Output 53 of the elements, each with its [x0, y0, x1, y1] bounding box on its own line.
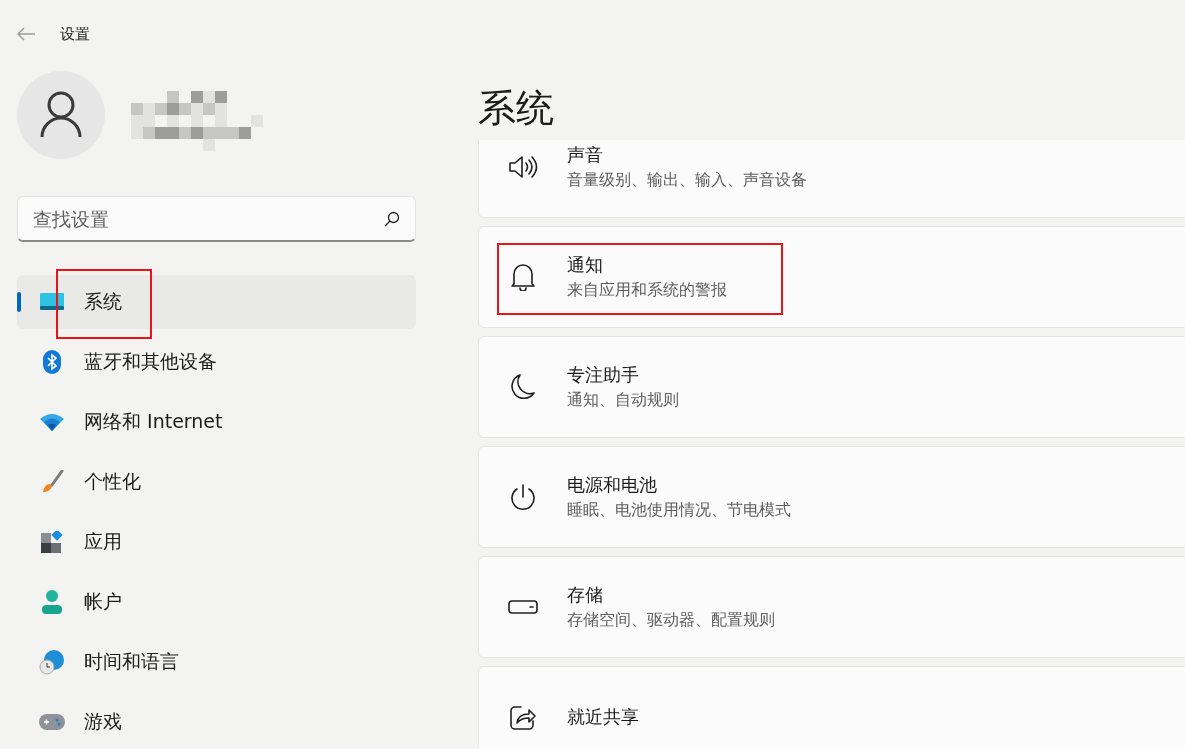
drive-icon [508, 600, 538, 614]
search-field[interactable]: 查找设置 [17, 196, 416, 242]
card-title: 电源和电池 [567, 473, 658, 497]
card-subtitle: 存储空间、驱动器、配置规则 [567, 610, 775, 631]
nav-label: 个性化 [84, 469, 141, 494]
settings-card[interactable]: 声音 音量级别、输出、输入、声音设备 [478, 140, 1185, 218]
card-title: 就近共享 [567, 705, 639, 729]
card-subtitle: 通知、自动规则 [567, 390, 679, 411]
power-icon [509, 483, 537, 511]
settings-card[interactable]: 通知 来自应用和系统的警报 [478, 226, 1185, 328]
selection-indicator [17, 292, 21, 312]
nav-item[interactable]: 应用 [17, 515, 416, 569]
settings-card[interactable]: 专注助手 通知、自动规则 [478, 336, 1185, 438]
nav-label: 帐户 [84, 589, 122, 614]
nav-item[interactable]: 个性化 [17, 455, 416, 509]
nav-item[interactable]: 蓝牙和其他设备 [17, 335, 416, 389]
moon-icon [510, 373, 536, 401]
settings-card[interactable]: 电源和电池 睡眠、电池使用情况、节电模式 [478, 446, 1185, 548]
person-icon [41, 590, 62, 614]
bell-icon [511, 263, 535, 291]
search-icon [384, 211, 400, 227]
back-arrow-icon[interactable] [16, 27, 36, 41]
gamepad-icon [38, 714, 65, 730]
monitor-icon [39, 293, 64, 311]
card-subtitle: 音量级别、输出、输入、声音设备 [567, 170, 807, 191]
card-subtitle: 睡眠、电池使用情况、节电模式 [567, 500, 791, 521]
nav-label: 游戏 [84, 709, 122, 734]
bluetooth-icon [42, 350, 61, 374]
person-icon [40, 91, 82, 139]
card-title: 通知 [567, 253, 604, 277]
speaker-icon [508, 155, 538, 179]
nav-item[interactable]: 帐户 [17, 575, 416, 629]
nav-item[interactable]: 时间和语言 [17, 635, 416, 689]
nav-label: 蓝牙和其他设备 [84, 349, 217, 374]
nav-item[interactable]: 游戏 [17, 695, 416, 749]
apps-icon [40, 531, 63, 553]
nav-item[interactable]: 网络和 Internet [17, 395, 416, 449]
share-icon [509, 703, 537, 731]
card-title: 存储 [567, 583, 604, 607]
nav-label: 网络和 Internet [84, 409, 223, 434]
card-title: 专注助手 [567, 363, 640, 387]
globe-clock-icon [38, 649, 65, 675]
nav-label: 系统 [84, 289, 122, 314]
nav-item[interactable]: 系统 [17, 275, 416, 329]
settings-card[interactable]: 存储 存储空间、驱动器、配置规则 [478, 556, 1185, 658]
wifi-icon [39, 413, 64, 431]
card-title: 声音 [567, 143, 604, 167]
card-subtitle: 来自应用和系统的警报 [567, 280, 727, 301]
window-title: 设置 [60, 24, 90, 44]
page-title: 系统 [478, 85, 555, 132]
settings-card[interactable]: 就近共享 [478, 666, 1185, 749]
nav-label: 时间和语言 [84, 649, 179, 674]
nav-label: 应用 [84, 529, 122, 554]
